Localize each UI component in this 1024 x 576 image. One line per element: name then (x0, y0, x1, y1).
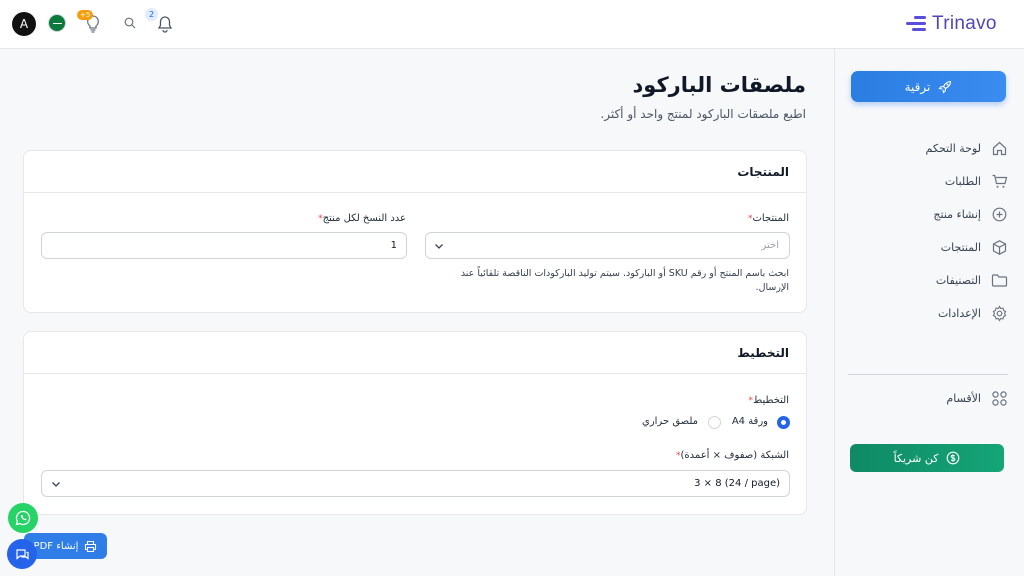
cart-icon (992, 174, 1008, 188)
home-icon (992, 141, 1007, 155)
chat-icon (15, 548, 29, 560)
sidebar-item-products[interactable]: المنتجات (848, 236, 1008, 258)
layout-card: التخطيط التخطيط* ورقة A4 ملصق حراري الشب… (23, 331, 807, 515)
grid-field-label: الشبكة (صفوف × أعمدة)* (676, 450, 789, 461)
products-placeholder: اختر (761, 240, 780, 251)
language-flag-icon[interactable] (48, 14, 66, 32)
sidebar: ترقية لوحة التحكم الطلبات إنشاء منتج الم… (834, 49, 1024, 576)
grid-icon (992, 390, 1007, 406)
bell-icon[interactable] (157, 15, 173, 33)
grid-value: 3 × 8 (24 / page) (694, 478, 780, 489)
partner-button[interactable]: كن شريكاً (850, 444, 1004, 472)
search-icon[interactable] (124, 17, 136, 29)
chevron-down-icon (52, 482, 60, 487)
sidebar-item-categories[interactable]: التصنيفات (848, 269, 1008, 291)
radio-a4[interactable] (777, 416, 790, 429)
grid-select[interactable]: 3 × 8 (24 / page) (41, 470, 790, 497)
products-field-label: المنتجات* (747, 213, 789, 224)
logo-text: Trinavo (932, 13, 997, 34)
page-subtitle: اطبع ملصقات الباركود لمنتج واحد أو أكثر. (600, 107, 806, 121)
sidebar-item-label: التصنيفات (935, 273, 981, 287)
products-card-title: المنتجات (24, 151, 806, 193)
sidebar-item-label: الطلبات (944, 174, 981, 188)
copies-value: 1 (390, 240, 397, 251)
whatsapp-icon (15, 510, 31, 526)
sidebar-item-label: المنتجات (940, 240, 981, 254)
products-select[interactable]: اختر (425, 232, 790, 259)
radio-thermal[interactable] (708, 416, 721, 429)
upgrade-label: ترقية (904, 79, 931, 94)
sidebar-item-orders[interactable]: الطلبات (848, 170, 1008, 192)
box-icon (992, 239, 1007, 255)
plus-circle-icon (992, 207, 1007, 221)
products-help-text: ابحث باسم المنتج أو رقم SKU أو الباركود.… (460, 268, 789, 293)
copies-input[interactable]: 1 (41, 232, 407, 259)
products-card: المنتجات المنتجات* اختر ابحث باسم المنتج… (23, 150, 807, 313)
page-title: ملصقات الباركود (632, 73, 806, 97)
sidebar-item-label: لوحة التحكم (925, 141, 981, 155)
radio-a4-label[interactable]: ورقة A4 (732, 416, 768, 427)
logo[interactable]: Trinavo (906, 12, 997, 36)
whatsapp-button[interactable] (8, 503, 38, 533)
sidebar-item-label: الأقسام (946, 391, 981, 405)
layout-card-title: التخطيط (24, 332, 806, 374)
gear-icon (992, 304, 1007, 322)
sidebar-divider (848, 374, 1008, 375)
partner-label: كن شريكاً (893, 451, 939, 465)
sidebar-item-settings[interactable]: الإعدادات (848, 302, 1008, 324)
sidebar-item-label: إنشاء منتج (933, 207, 981, 221)
top-bar: A +5 2 Trinavo (0, 0, 1024, 49)
chat-button[interactable] (7, 539, 37, 569)
folder-icon (991, 273, 1008, 287)
copies-field-label: عدد النسخ لكل منتج* (318, 213, 406, 224)
sidebar-item-create-product[interactable]: إنشاء منتج (848, 203, 1008, 225)
layout-field-label: التخطيط* (748, 395, 789, 406)
radio-thermal-label[interactable]: ملصق حراري (642, 416, 698, 427)
sidebar-item-sections[interactable]: الأقسام (848, 387, 1008, 409)
logo-mark-icon (906, 15, 926, 33)
create-pdf-label: إنشاء PDF (33, 540, 79, 552)
rocket-icon (938, 80, 952, 94)
chevron-down-icon (435, 244, 443, 249)
dollar-circle-icon (947, 451, 960, 465)
sidebar-item-dashboard[interactable]: لوحة التحكم (848, 137, 1008, 159)
bulb-badge: +5 (77, 10, 94, 20)
printer-icon (85, 540, 97, 552)
avatar[interactable]: A (12, 12, 36, 36)
sidebar-item-label: الإعدادات (937, 306, 981, 320)
upgrade-button[interactable]: ترقية (851, 71, 1006, 102)
